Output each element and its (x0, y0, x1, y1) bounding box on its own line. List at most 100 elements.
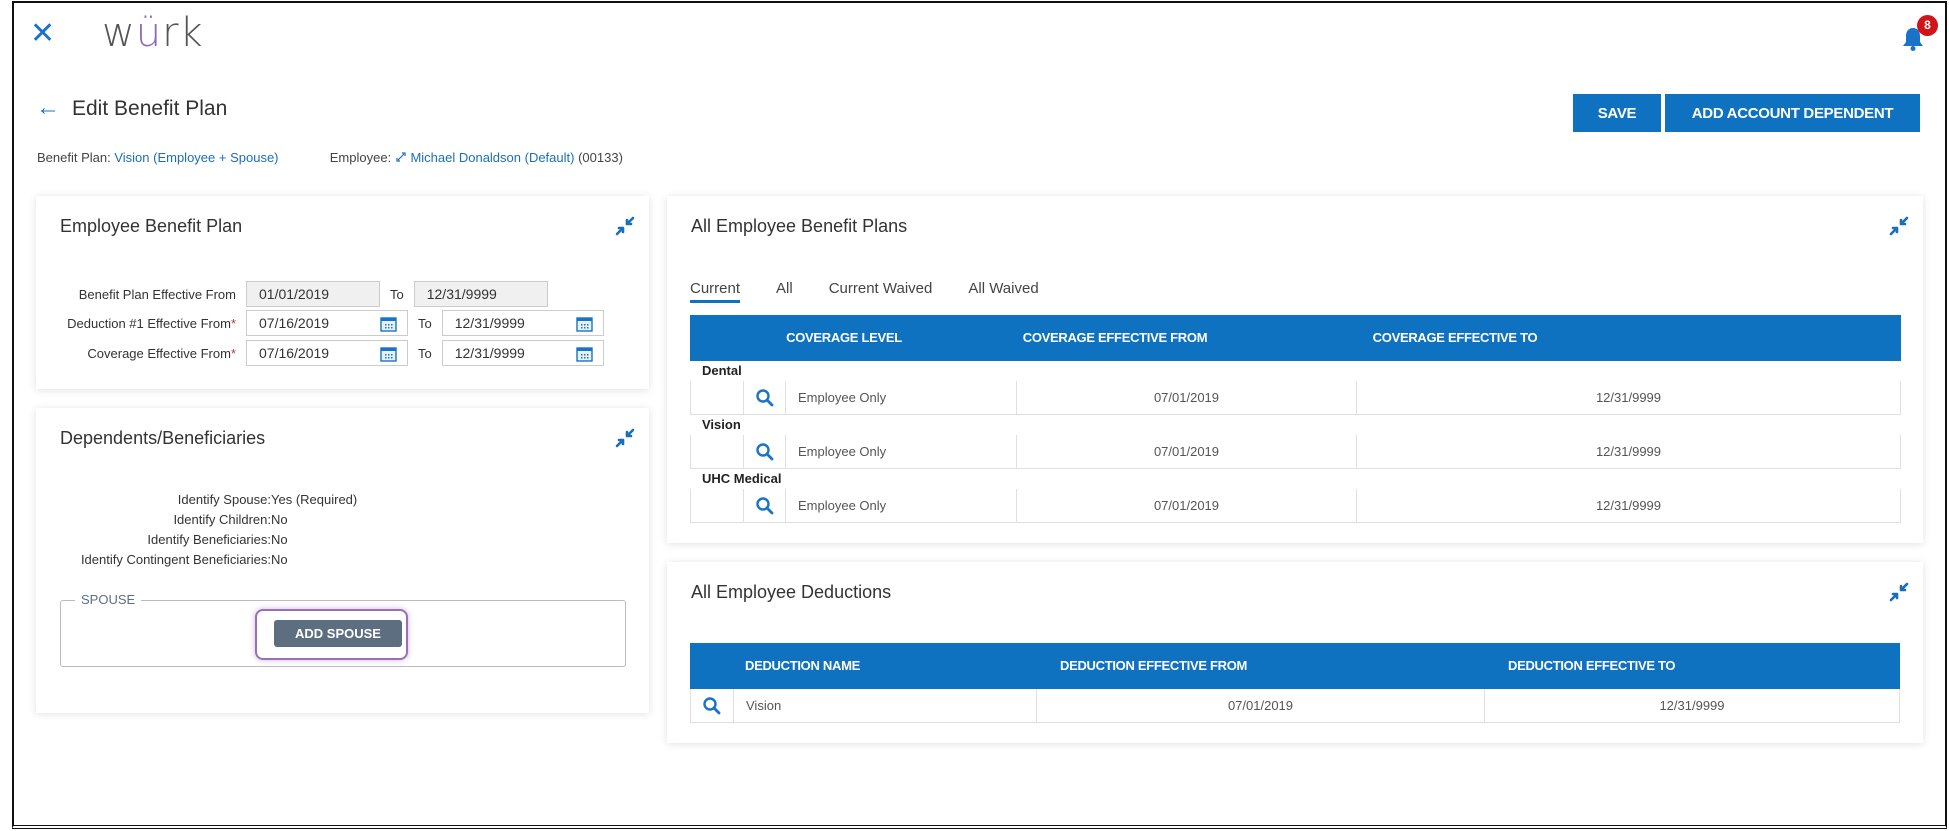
save-button[interactable]: SAVE (1573, 94, 1661, 132)
close-icon[interactable]: ✕ (30, 19, 55, 49)
deduction-to-cell: 12/31/9999 (1484, 689, 1899, 722)
spouse-legend: SPOUSE (75, 592, 142, 607)
logo-part: w (102, 10, 136, 56)
search-icon[interactable] (755, 388, 775, 408)
coverage-from-cell: 07/01/2019 (1016, 435, 1356, 468)
to-label: To (418, 315, 432, 331)
form-row-deduction-effective: Deduction #1 Effective From* 07/16/2019 … (36, 309, 604, 337)
tab-current-waived[interactable]: Current Waived (829, 280, 933, 303)
empty-cell (691, 381, 743, 414)
logo-accent: ü (135, 10, 163, 56)
employee-benefit-plan-card: Employee Benefit Plan Benefit Plan Effec… (36, 196, 649, 389)
column-header[interactable]: COVERAGE EFFECTIVE FROM (1015, 315, 1215, 361)
group-label-vision: Vision (702, 417, 741, 432)
coverage-to-cell: 12/31/9999 (1356, 381, 1900, 414)
collapse-icon[interactable] (615, 428, 635, 448)
identify-beneficiaries-line: Identify Beneficiaries:No (147, 532, 288, 547)
deduction-from-cell: 07/01/2019 (1036, 689, 1484, 722)
table-row: Employee Only 07/01/2019 12/31/9999 (690, 435, 1901, 469)
collapse-icon[interactable] (1889, 216, 1909, 236)
table-header: DEDUCTION NAME DEDUCTION EFFECTIVE FROM … (690, 643, 1900, 689)
coverage-to-field[interactable]: 12/31/9999 (441, 340, 604, 366)
benefit-plan-label: Benefit Plan: (37, 150, 111, 165)
to-label: To (418, 345, 432, 361)
group-label-dental: Dental (702, 363, 742, 378)
view-cell[interactable] (743, 489, 785, 522)
coverage-from-cell: 07/01/2019 (1016, 489, 1356, 522)
collapse-icon[interactable] (1889, 582, 1909, 602)
date-value: 07/16/2019 (259, 345, 330, 361)
identify-spouse-line: Identify Spouse:Yes (Required) (177, 492, 358, 507)
logo-part: rk (162, 10, 204, 56)
spouse-fieldset: SPOUSE ADD SPOUSE (60, 592, 626, 667)
deduction-to-field[interactable]: 12/31/9999 (441, 310, 604, 336)
calendar-icon[interactable] (380, 346, 397, 362)
collapse-icon[interactable] (615, 216, 635, 236)
coverage-level-cell: Employee Only (785, 381, 1016, 414)
card-title: Dependents/Beneficiaries (60, 428, 266, 448)
coverage-level-cell: Employee Only (785, 489, 1016, 522)
column-header[interactable]: DEDUCTION EFFECTIVE TO (1508, 643, 1708, 689)
notifications-badge: 8 (1917, 15, 1938, 36)
benefit-plan-from-field: 01/01/2019 (246, 281, 380, 307)
all-employee-benefit-plans-card: All Employee Benefit Plans Current All C… (667, 196, 1923, 543)
link-icon (395, 150, 411, 165)
form-row-coverage-effective: Coverage Effective From* 07/16/2019 To 1… (36, 339, 604, 367)
calendar-icon[interactable] (576, 316, 593, 332)
benefit-plan-to-field: 12/31/9999 (413, 281, 548, 307)
coverage-to-cell: 12/31/9999 (1356, 489, 1900, 522)
deduction-from-field[interactable]: 07/16/2019 (246, 310, 408, 336)
view-cell[interactable] (691, 689, 733, 722)
employee-id: (00133) (578, 150, 623, 165)
search-icon[interactable] (702, 696, 722, 716)
card-title: All Employee Benefit Plans (691, 216, 908, 236)
calendar-icon[interactable] (576, 346, 593, 362)
back-arrow-icon[interactable]: ← (36, 96, 60, 120)
empty-cell (691, 489, 743, 522)
view-cell[interactable] (743, 381, 785, 414)
column-header[interactable]: DEDUCTION NAME (745, 643, 865, 689)
column-header[interactable]: COVERAGE EFFECTIVE TO (1355, 315, 1555, 361)
group-label-uhc-medical: UHC Medical (702, 471, 782, 486)
card-title: All Employee Deductions (691, 582, 892, 602)
coverage-to-cell: 12/31/9999 (1356, 435, 1900, 468)
search-icon[interactable] (755, 496, 775, 516)
coverage-from-cell: 07/01/2019 (1016, 381, 1356, 414)
table-row: Employee Only 07/01/2019 12/31/9999 (690, 489, 1901, 523)
table-row: Vision 07/01/2019 12/31/9999 (690, 689, 1900, 723)
table-header: COVERAGE LEVEL COVERAGE EFFECTIVE FROM C… (690, 315, 1901, 361)
benefit-plans-table: COVERAGE LEVEL COVERAGE EFFECTIVE FROM C… (690, 315, 1901, 523)
coverage-level-cell: Employee Only (785, 435, 1016, 468)
calendar-icon[interactable] (380, 316, 397, 332)
date-value: 12/31/9999 (454, 315, 525, 331)
date-value: 07/16/2019 (259, 315, 330, 331)
date-value: 12/31/9999 (454, 345, 525, 361)
table-row: Employee Only 07/01/2019 12/31/9999 (690, 381, 1901, 415)
plan-tabs: Current All Current Waived All Waived (690, 280, 1075, 303)
employee-link[interactable]: Michael Donaldson (Default) (410, 150, 574, 165)
coverage-from-field[interactable]: 07/16/2019 (246, 340, 408, 366)
tab-all[interactable]: All (776, 280, 793, 303)
field-label: Coverage Effective From* (87, 345, 236, 361)
plan-info-line: Benefit Plan: Vision (Employee + Spouse)… (37, 150, 623, 165)
identify-children-line: Identify Children:No (173, 512, 288, 527)
add-account-dependent-button[interactable]: ADD ACCOUNT DEPENDENT (1665, 94, 1920, 132)
deduction-name-cell: Vision (733, 689, 1036, 722)
to-label: To (390, 286, 404, 302)
benefit-plan-link[interactable]: Vision (Employee + Spouse) (114, 150, 278, 165)
column-header[interactable]: COVERAGE LEVEL (784, 315, 904, 361)
wurk-logo: würk (102, 10, 204, 56)
add-spouse-button[interactable]: ADD SPOUSE (274, 620, 402, 647)
dependents-beneficiaries-card: Dependents/Beneficiaries Identify Spouse… (36, 408, 649, 713)
column-header[interactable]: DEDUCTION EFFECTIVE FROM (1060, 643, 1260, 689)
card-title: Employee Benefit Plan (60, 216, 243, 236)
search-icon[interactable] (755, 442, 775, 462)
tab-current[interactable]: Current (690, 280, 741, 303)
view-cell[interactable] (743, 435, 785, 468)
deductions-table: DEDUCTION NAME DEDUCTION EFFECTIVE FROM … (690, 643, 1900, 723)
page-title: Edit Benefit Plan (72, 97, 228, 120)
field-label: Benefit Plan Effective From (78, 286, 236, 302)
field-label: Deduction #1 Effective From* (67, 315, 236, 331)
tab-all-waived[interactable]: All Waived (968, 280, 1038, 303)
all-employee-deductions-card: All Employee Deductions DEDUCTION NAME D… (667, 562, 1923, 743)
